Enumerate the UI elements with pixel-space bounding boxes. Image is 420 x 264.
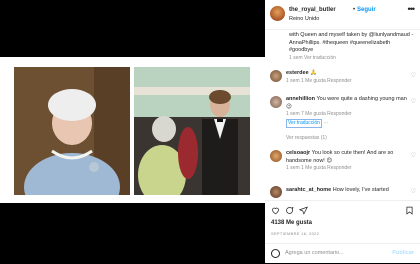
comment-username[interactable]: sarahtc_at_home (286, 187, 331, 193)
heart-icon[interactable] (271, 206, 280, 215)
commenter-avatar[interactable] (270, 70, 282, 82)
follow-button[interactable]: Seguir (357, 7, 376, 15)
commenter-avatar[interactable] (270, 96, 282, 108)
emoji-icon[interactable] (271, 249, 280, 258)
separator-dot: • (353, 7, 356, 13)
publish-button[interactable]: Publicar (392, 250, 414, 258)
comment-input[interactable]: Agrega un comentario... (285, 250, 344, 258)
post-header: the_royal_butler • Seguir Reino Unido ••… (265, 0, 420, 30)
photo-queen (14, 67, 130, 195)
heart-icon[interactable]: ♡ (411, 73, 416, 81)
comment-meta[interactable]: 1 sem 1 Me gusta Responder (286, 78, 352, 84)
post-caption: with Queen and myself taken by @liunlyan… (289, 32, 415, 62)
post-date: SEPTIEMBRE 16, 2022 (271, 231, 320, 236)
comment-text: How lovely, I've started (332, 187, 389, 193)
heart-icon[interactable]: ♡ (411, 153, 416, 161)
author-username[interactable]: the_royal_butler (289, 7, 336, 15)
instagram-post-view: the_royal_butler • Seguir Reino Unido ••… (0, 0, 420, 263)
heart-icon[interactable]: ♡ (411, 189, 416, 197)
photo-party (134, 67, 250, 195)
caption-meta[interactable]: 1 sem Ver traducción (289, 55, 336, 61)
share-icon[interactable] (299, 206, 308, 215)
comment-meta[interactable]: 1 sem 1 Me gusta Responder (286, 165, 352, 171)
post-actions-bar (265, 200, 420, 218)
comment-text: 🙏 (310, 70, 318, 76)
like-count[interactable]: 4138 Me gusta (271, 220, 312, 228)
media-area (0, 0, 265, 263)
comment-username[interactable]: esterdee (286, 70, 309, 76)
view-replies[interactable]: Ver respuestas (1) (286, 135, 327, 143)
post-side-panel: the_royal_butler • Seguir Reino Unido ••… (265, 0, 420, 263)
comment-icon[interactable] (285, 206, 294, 215)
comment-meta[interactable]: 1 sem 7 Me gusta Responder (286, 111, 352, 117)
more-icon[interactable]: ••• (408, 5, 416, 14)
comment-username[interactable]: celsoaojr (286, 150, 310, 156)
commenter-avatar[interactable] (270, 186, 282, 198)
bookmark-icon[interactable] (405, 206, 414, 215)
commenter-avatar[interactable] (270, 150, 282, 162)
heart-icon[interactable]: ♡ (411, 99, 416, 107)
post-media (0, 57, 265, 203)
more-icon[interactable]: ··· (324, 120, 329, 126)
add-comment-bar: Agrega un comentario... Publicar (265, 243, 420, 264)
comment-username[interactable]: annehillion (286, 96, 315, 102)
see-translation-link[interactable]: Ver traducción (286, 118, 322, 128)
caption-text: with Queen and myself taken by @liunlyan… (289, 32, 414, 54)
post-location[interactable]: Reino Unido (289, 16, 319, 24)
author-avatar[interactable] (270, 6, 285, 21)
